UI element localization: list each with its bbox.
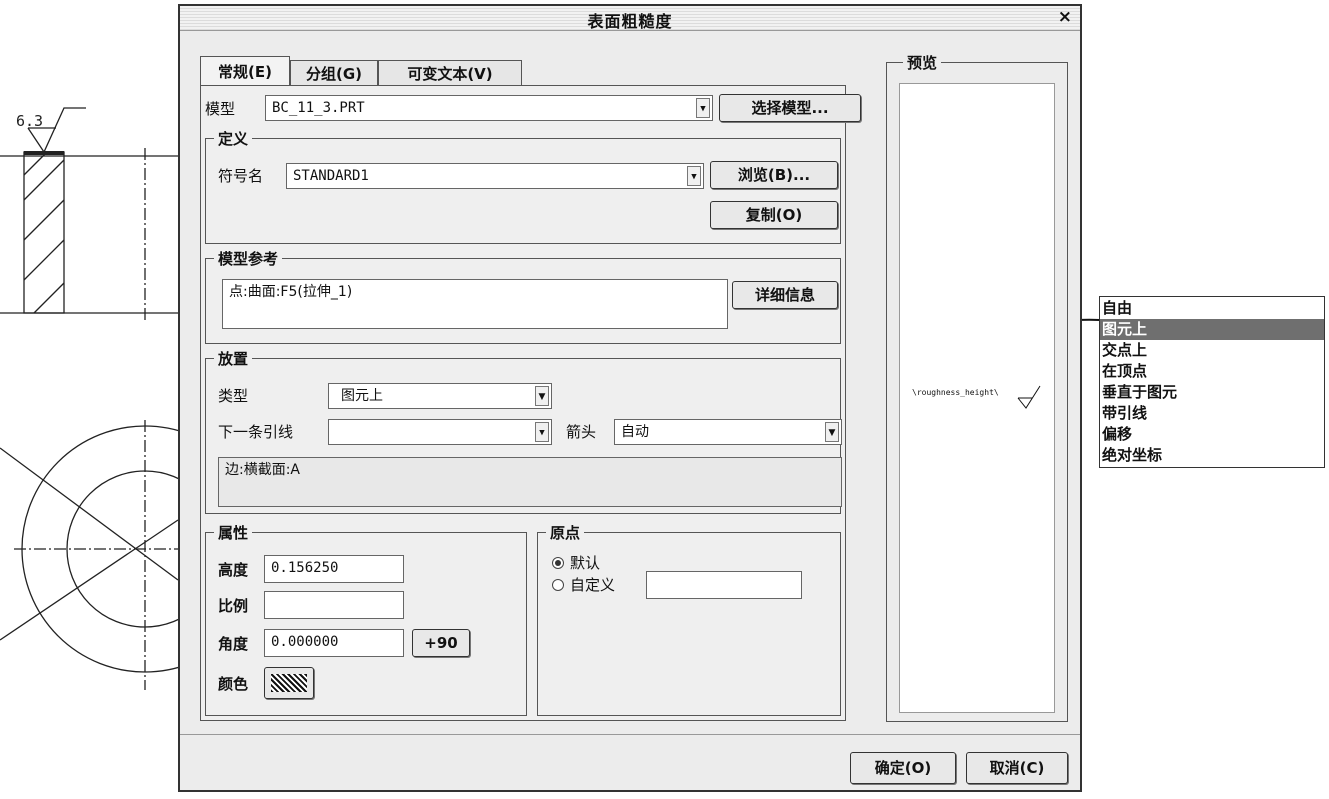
preview-symbol-text: \roughness_height\ <box>912 388 999 397</box>
scale-input[interactable] <box>264 591 404 619</box>
tab-variable-text[interactable]: 可变文本(V) <box>378 60 522 86</box>
tab-group[interactable]: 分组(G) <box>290 60 378 86</box>
cancel-button[interactable]: 取消(C) <box>966 752 1068 784</box>
type-option[interactable]: 绝对坐标 <box>1100 445 1324 466</box>
model-reference-legend: 模型参考 <box>214 248 283 269</box>
chevron-down-icon[interactable]: ▼ <box>687 166 701 186</box>
type-option[interactable]: 在顶点 <box>1100 361 1324 382</box>
default-radio[interactable] <box>552 557 564 569</box>
model-reference-group: 模型参考 点:曲面:F5(拉伸_1) 详细信息 <box>205 248 841 344</box>
bottom-divider <box>180 734 1080 735</box>
type-label: 类型 <box>218 387 249 405</box>
browse-button[interactable]: 浏览(B)... <box>710 161 838 189</box>
type-option[interactable]: 自由 <box>1100 298 1324 319</box>
custom-radio[interactable] <box>552 579 564 591</box>
default-radio-label: 默认 <box>570 554 601 572</box>
chevron-down-icon[interactable]: ▼ <box>535 386 549 406</box>
origin-legend: 原点 <box>546 522 585 543</box>
type-option[interactable]: 垂直于图元 <box>1100 382 1324 403</box>
model-reference-field[interactable]: 点:曲面:F5(拉伸_1) <box>222 279 728 329</box>
arrow-label: 箭头 <box>566 423 597 441</box>
preview-legend: 预览 <box>903 52 942 73</box>
select-model-button[interactable]: 选择模型... <box>719 94 861 122</box>
arrow-value: 自动 <box>621 424 649 440</box>
origin-group: 原点 默认 自定义 <box>537 522 841 716</box>
roughness-symbol-icon <box>1017 385 1041 409</box>
custom-radio-label: 自定义 <box>570 576 616 594</box>
definition-group: 定义 符号名 STANDARD1 ▼ 浏览(B)... 复制(O) <box>205 128 841 244</box>
model-combo[interactable]: BC_11_3.PRT ▼ <box>265 95 713 121</box>
type-option[interactable]: 交点上 <box>1100 340 1324 361</box>
type-option[interactable]: 偏移 <box>1100 424 1324 445</box>
definition-legend: 定义 <box>214 128 253 149</box>
ok-button[interactable]: 确定(O) <box>850 752 956 784</box>
scale-label: 比例 <box>218 597 249 615</box>
chevron-down-icon[interactable]: ▼ <box>535 422 549 442</box>
height-label: 高度 <box>218 561 249 579</box>
chevron-down-icon[interactable]: ▼ <box>696 98 710 118</box>
symbol-name-label: 符号名 <box>218 167 264 185</box>
type-options-list: 自由 图元上 交点上 在顶点 垂直于图元 带引线 偏移 绝对坐标 <box>1099 296 1325 468</box>
angle-label: 角度 <box>218 635 249 653</box>
angle-input[interactable]: 0.000000 <box>264 629 404 657</box>
placement-reference-field[interactable]: 边:横截面:A <box>218 457 842 507</box>
type-option-selected[interactable]: 图元上 <box>1100 319 1324 340</box>
symbol-name-value: STANDARD1 <box>293 168 369 184</box>
tab-general[interactable]: 常规(E) <box>200 56 290 86</box>
surface-roughness-dialog: 表面粗糙度 × 常规(E) 分组(G) 可变文本(V) 模型 BC_11_3.P… <box>178 4 1082 792</box>
attributes-group: 属性 高度 0.156250 比例 角度 0.000000 +90 颜色 <box>205 522 527 716</box>
color-swatch-button[interactable] <box>264 667 314 699</box>
model-label: 模型 <box>205 100 236 118</box>
height-input[interactable]: 0.156250 <box>264 555 404 583</box>
color-label: 颜色 <box>218 675 249 693</box>
close-icon[interactable]: × <box>1058 7 1072 27</box>
dialog-title: 表面粗糙度 <box>587 12 673 31</box>
copy-button[interactable]: 复制(O) <box>710 201 838 229</box>
color-swatch-icon <box>271 674 307 692</box>
next-leader-combo[interactable]: ▼ <box>328 419 552 445</box>
attributes-legend: 属性 <box>214 522 253 543</box>
placement-group: 放置 类型 图元上 ▼ 下一条引线 ▼ 箭头 自动 ▼ 边:横截面:A <box>205 348 842 514</box>
next-leader-label: 下一条引线 <box>218 423 294 441</box>
plus90-button[interactable]: +90 <box>412 629 470 657</box>
custom-origin-input[interactable] <box>646 571 802 599</box>
type-value: 图元上 <box>341 388 383 404</box>
preview-group: 预览 \roughness_height\ <box>886 52 1068 722</box>
chevron-down-icon[interactable]: ▼ <box>825 422 839 442</box>
type-option[interactable]: 带引线 <box>1100 403 1324 424</box>
general-tab-panel: 模型 BC_11_3.PRT ▼ 选择模型... 定义 符号名 STANDARD… <box>200 85 861 721</box>
dialog-titlebar[interactable]: 表面粗糙度 × <box>180 6 1080 31</box>
placement-legend: 放置 <box>214 348 253 369</box>
arrow-combo[interactable]: 自动 ▼ <box>614 419 842 445</box>
symbol-name-combo[interactable]: STANDARD1 ▼ <box>286 163 704 189</box>
preview-canvas: \roughness_height\ <box>899 83 1055 713</box>
model-value: BC_11_3.PRT <box>272 100 365 116</box>
type-combo[interactable]: 图元上 ▼ <box>328 383 552 409</box>
details-button[interactable]: 详细信息 <box>732 281 838 309</box>
roughness-value-label: 6.3 <box>16 112 43 130</box>
